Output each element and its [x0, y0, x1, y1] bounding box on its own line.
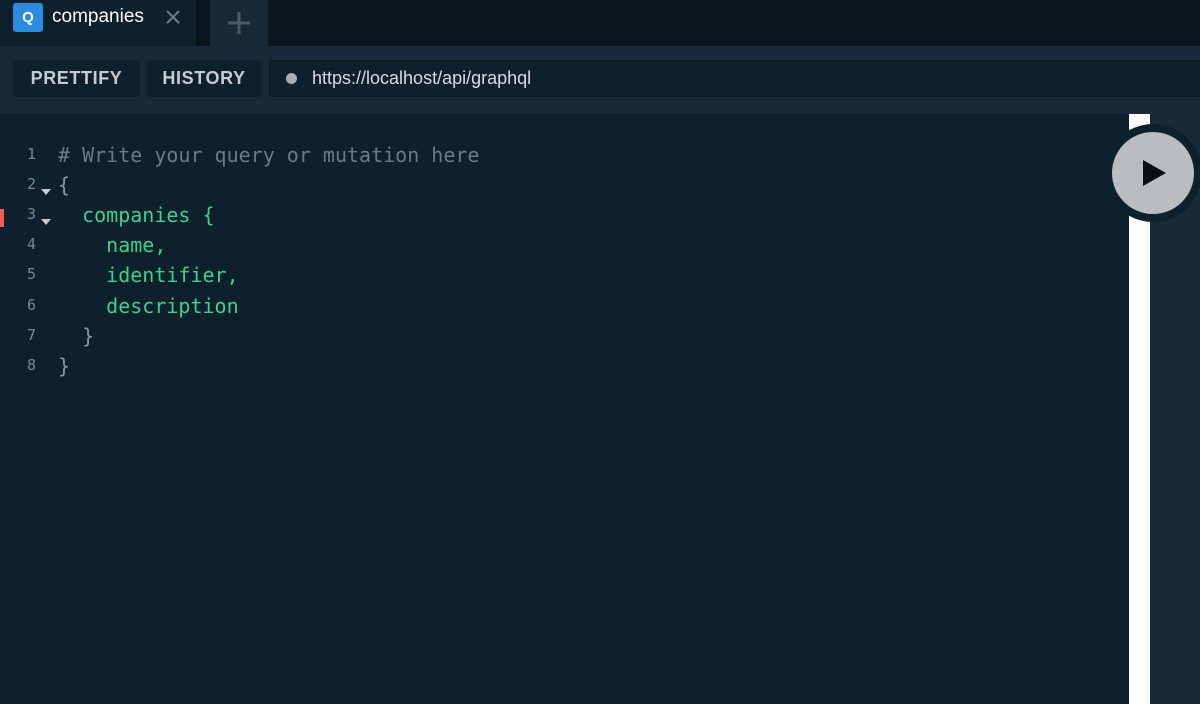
line-number: 2: [26, 175, 36, 193]
line-number: 7: [26, 326, 36, 344]
plus-icon: [228, 12, 250, 34]
code-line: 1 # Write your query or mutation here: [0, 143, 1100, 173]
endpoint-url-text: https://localhost/api/graphql: [312, 68, 532, 88]
connection-status-icon: [286, 73, 297, 84]
code-line: 5 identifier,: [0, 263, 1100, 293]
prettify-button[interactable]: PRETTIFY: [13, 60, 140, 97]
history-button[interactable]: HISTORY: [147, 60, 261, 97]
code-text: }: [58, 324, 95, 348]
line-number: 4: [26, 235, 36, 253]
fold-arrow-icon[interactable]: [40, 183, 52, 195]
line-number: 8: [26, 356, 36, 374]
code-line: 6 description: [0, 294, 1100, 324]
endpoint-url-input[interactable]: https://localhost/api/graphql: [269, 60, 1200, 97]
query-editor[interactable]: 1 # Write your query or mutation here 2 …: [0, 114, 1129, 704]
line-number: 5: [26, 265, 36, 283]
code-line: 4 name,: [0, 233, 1100, 263]
run-query-button[interactable]: [1104, 124, 1200, 222]
line-number: 6: [26, 296, 36, 314]
code-line: 8 }: [0, 354, 1100, 384]
tab-bar: Q companies: [0, 0, 1200, 46]
line-number: 1: [26, 145, 36, 163]
new-tab-button[interactable]: [210, 0, 268, 46]
close-icon[interactable]: [163, 7, 183, 27]
code-line: 3 companies {: [0, 203, 1100, 233]
tab-title: companies: [52, 6, 144, 27]
code-comment: # Write your query or mutation here: [58, 143, 480, 167]
code-text: {: [58, 173, 71, 197]
tab-companies[interactable]: Q companies: [0, 0, 196, 46]
toolbar: PRETTIFY HISTORY https://localhost/api/g…: [0, 46, 1200, 114]
query-badge-icon: Q: [13, 3, 43, 32]
code-field: name,: [58, 233, 167, 257]
run-button-face: [1112, 132, 1194, 214]
play-icon: [1143, 160, 1166, 186]
code-field: description: [58, 294, 239, 318]
code-line: 7 }: [0, 324, 1100, 354]
line-number: 3: [26, 205, 36, 223]
code-field: identifier,: [58, 263, 239, 287]
fold-arrow-icon[interactable]: [40, 213, 52, 225]
code-text: }: [58, 354, 71, 378]
code-field: companies {: [58, 203, 215, 227]
code-line: 2 {: [0, 173, 1100, 203]
